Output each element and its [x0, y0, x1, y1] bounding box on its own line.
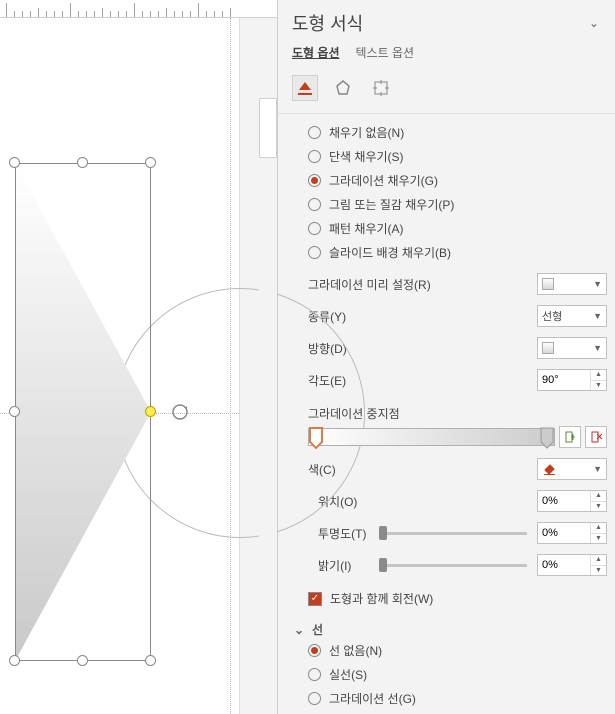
fill-picture[interactable]: 그림 또는 질감 채우기(P) — [308, 196, 613, 213]
gradient-angle-spinner[interactable]: ▲▼ — [537, 369, 607, 391]
spin-down-icon[interactable]: ▼ — [591, 502, 606, 512]
opt-label: 그라데이션 채우기(G) — [329, 172, 438, 189]
spin-up-icon[interactable]: ▲ — [591, 491, 606, 502]
stop-position-label: 위치(O) — [318, 493, 373, 510]
opt-label: 실선(S) — [329, 666, 367, 683]
stop-position-input[interactable] — [538, 491, 590, 511]
remove-gradient-stop[interactable] — [585, 426, 607, 448]
collapse-panel-icon[interactable]: ⌄ — [587, 16, 601, 30]
section-line-label: 선 — [312, 621, 323, 638]
fill-line-icon[interactable] — [292, 75, 318, 101]
fill-none[interactable]: 채우기 없음(N) — [308, 124, 613, 141]
gradient-type-label: 종류(Y) — [308, 308, 346, 325]
format-shape-panel: 도형 서식 ⌄ 도형 옵션 텍스트 옵션 채우기 없음(N) 단색 채우기(S) — [278, 0, 615, 714]
spin-up-icon[interactable]: ▲ — [591, 555, 606, 566]
gradient-angle-label: 각도(E) — [308, 372, 346, 389]
gradient-direction-combo[interactable]: ▼ — [537, 337, 607, 359]
resize-handle[interactable] — [9, 406, 20, 417]
section-line[interactable]: ⌄ 선 — [294, 621, 613, 638]
opt-label: 패턴 채우기(A) — [329, 220, 404, 237]
spin-down-icon[interactable]: ▼ — [591, 381, 606, 391]
opt-label: 그라데이션 선(G) — [329, 690, 416, 707]
spin-up-icon[interactable]: ▲ — [591, 370, 606, 381]
slider-thumb[interactable] — [379, 526, 387, 540]
resize-handle[interactable] — [145, 157, 156, 168]
opt-label: 채우기 없음(N) — [329, 124, 404, 141]
fill-options: 채우기 없음(N) 단색 채우기(S) 그라데이션 채우기(G) 그림 또는 질… — [308, 124, 613, 261]
slide-surface[interactable] — [0, 18, 240, 714]
gradient-stop[interactable] — [540, 427, 554, 449]
spin-up-icon[interactable]: ▲ — [591, 523, 606, 534]
preset-gradient-combo[interactable]: ▼ — [537, 273, 607, 295]
line-options: 선 없음(N) 실선(S) 그라데이션 선(G) — [308, 642, 613, 707]
transparency-spinner[interactable]: ▲▼ — [537, 522, 607, 544]
brightness-slider[interactable] — [383, 555, 527, 575]
opt-label: 그림 또는 질감 채우기(P) — [329, 196, 454, 213]
transparency-slider[interactable] — [383, 523, 527, 543]
add-gradient-stop[interactable] — [559, 426, 581, 448]
brightness-spinner[interactable]: ▲▼ — [537, 554, 607, 576]
paint-bucket-icon — [542, 462, 556, 476]
effects-icon[interactable] — [330, 75, 356, 101]
gradient-angle-input[interactable] — [538, 370, 590, 390]
spin-down-icon[interactable]: ▼ — [591, 566, 606, 576]
line-solid[interactable]: 실선(S) — [308, 666, 613, 683]
preset-gradient-label: 그라데이션 미리 설정(R) — [308, 276, 431, 293]
rotate-handle[interactable] — [171, 403, 189, 421]
scrollbar-thumb[interactable] — [259, 98, 277, 158]
tab-shape-options[interactable]: 도형 옵션 — [292, 44, 340, 61]
tab-text-options[interactable]: 텍스트 옵션 — [356, 44, 415, 61]
stop-color-label: 색(C) — [308, 461, 336, 478]
resize-handle[interactable] — [77, 157, 88, 168]
resize-handle[interactable] — [9, 157, 20, 168]
horizontal-ruler[interactable] — [0, 0, 277, 18]
fill-solid[interactable]: 단색 채우기(S) — [308, 148, 613, 165]
rotate-with-shape[interactable]: ✓ 도형과 함께 회전(W) — [308, 590, 613, 607]
brightness-label: 밝기(I) — [318, 557, 373, 574]
line-none[interactable]: 선 없음(N) — [308, 642, 613, 659]
gradient-stops-track[interactable] — [308, 428, 555, 446]
fill-gradient[interactable]: 그라데이션 채우기(G) — [308, 172, 613, 189]
size-properties-icon[interactable] — [368, 75, 394, 101]
opt-label: 선 없음(N) — [329, 642, 382, 659]
opt-label: 단색 채우기(S) — [329, 148, 404, 165]
stop-color-combo[interactable]: ▼ — [537, 458, 607, 480]
rotate-with-shape-label: 도형과 함께 회전(W) — [330, 590, 433, 607]
transparency-input[interactable] — [538, 523, 590, 543]
transparency-label: 투명도(T) — [318, 525, 373, 542]
panel-title: 도형 서식 — [292, 10, 363, 36]
vertical-scrollbar[interactable] — [259, 18, 277, 714]
gradient-stop[interactable] — [309, 427, 323, 449]
adjust-handle[interactable] — [145, 406, 156, 417]
spin-down-icon[interactable]: ▼ — [591, 534, 606, 544]
resize-handle[interactable] — [145, 655, 156, 666]
opt-label: 슬라이드 배경 채우기(B) — [329, 244, 451, 261]
slide-canvas[interactable] — [0, 0, 278, 714]
chevron-down-icon: ⌄ — [294, 623, 308, 637]
gradient-stops-label: 그라데이션 중지점 — [308, 405, 613, 422]
gradient-direction-label: 방향(D) — [308, 340, 347, 357]
stop-position-spinner[interactable]: ▲▼ — [537, 490, 607, 512]
resize-handle[interactable] — [77, 655, 88, 666]
gradient-type-combo[interactable]: 선형▼ — [537, 305, 607, 327]
resize-handle[interactable] — [9, 655, 20, 666]
fill-slide-bg[interactable]: 슬라이드 배경 채우기(B) — [308, 244, 613, 261]
slider-thumb[interactable] — [379, 558, 387, 572]
selected-shape[interactable] — [15, 163, 151, 661]
checkbox-icon: ✓ — [308, 592, 322, 606]
gradient-type-value: 선형 — [542, 308, 562, 324]
line-gradient[interactable]: 그라데이션 선(G) — [308, 690, 613, 707]
brightness-input[interactable] — [538, 555, 590, 575]
fill-pattern[interactable]: 패턴 채우기(A) — [308, 220, 613, 237]
